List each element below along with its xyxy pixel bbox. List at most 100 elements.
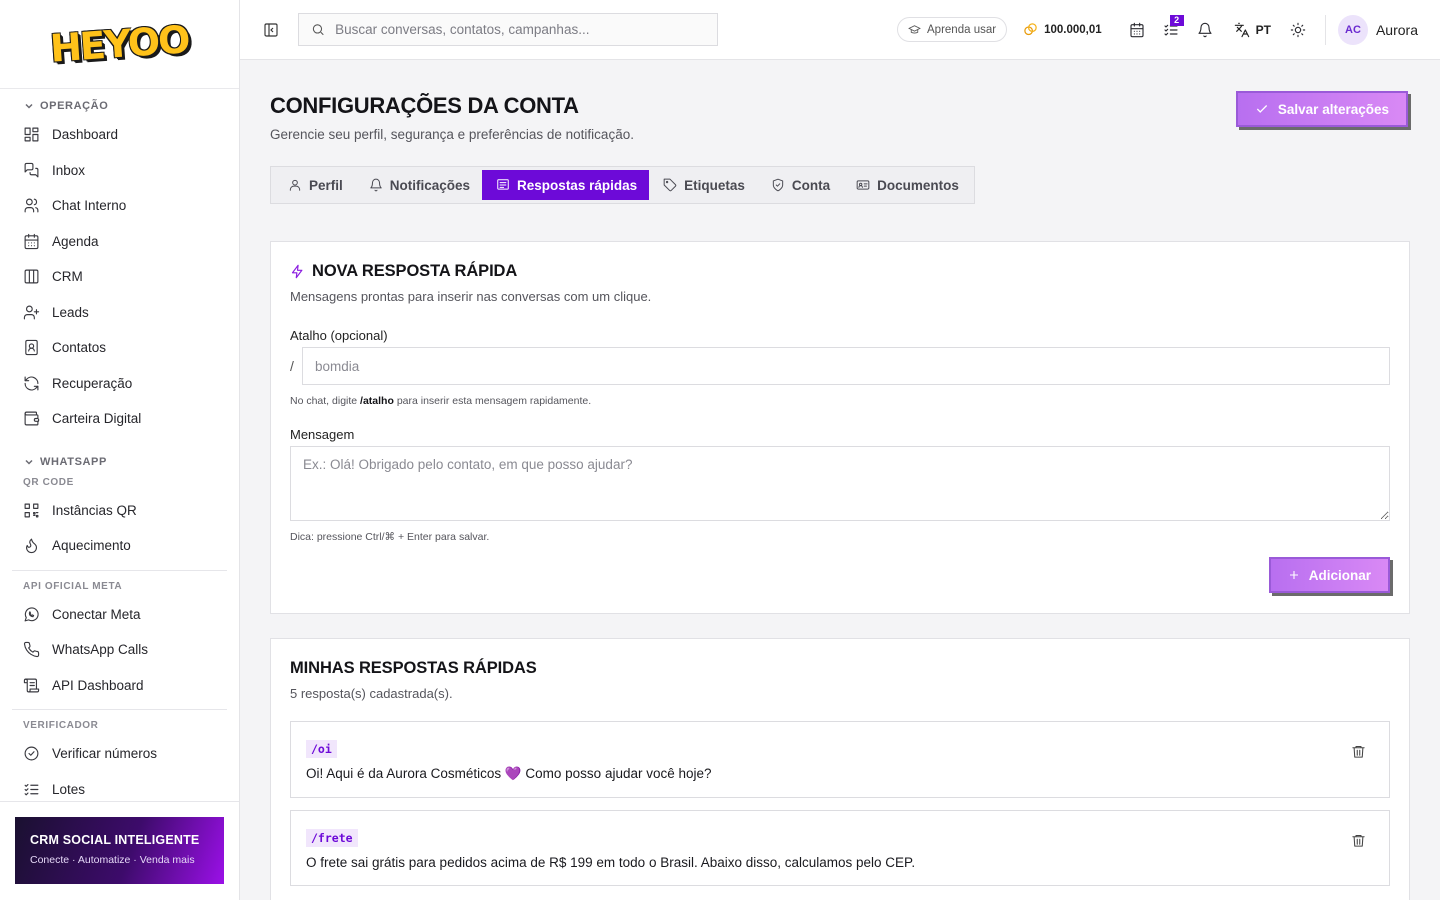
sidebar-item-label: Chat Interno xyxy=(52,198,127,214)
sidebar-item-label: Recuperação xyxy=(52,375,133,391)
new-quick-reply-card: NOVA RESPOSTA RÁPIDA Mensagens prontas p… xyxy=(270,241,1410,614)
tab-label: Respostas rápidas xyxy=(517,177,638,193)
sidebar-item-label: Conectar Meta xyxy=(52,606,141,622)
tasks-button[interactable]: 2 xyxy=(1154,13,1188,47)
shortcut-row: / xyxy=(290,347,1390,385)
sidebar-item-whatsapp-calls[interactable]: WhatsApp Calls xyxy=(0,632,239,668)
sidebar-item-label: Leads xyxy=(52,304,89,320)
add-button[interactable]: Adicionar xyxy=(1268,557,1390,593)
sidebar-item-chat-interno[interactable]: Chat Interno xyxy=(0,188,239,224)
sidebar-item-contatos[interactable]: Contatos xyxy=(0,330,239,366)
sidebar-divider xyxy=(12,709,227,710)
tab-notificacoes[interactable]: Notificações xyxy=(355,170,482,200)
sidebar-item-carteira-digital[interactable]: Carteira Digital xyxy=(0,401,239,437)
sidebar-item-conectar-meta[interactable]: Conectar Meta xyxy=(0,597,239,633)
shortcut-hint: No chat, digite /atalho para inserir est… xyxy=(290,395,1390,407)
language-selector[interactable]: PT xyxy=(1234,22,1271,38)
tab-label: Conta xyxy=(791,177,831,193)
calendar-button[interactable] xyxy=(1120,13,1154,47)
check-icon xyxy=(1256,105,1268,113)
sidebar-item-label: Lotes xyxy=(52,781,86,797)
notifications-button[interactable] xyxy=(1188,13,1222,47)
plus-icon xyxy=(1289,571,1298,579)
card-title-text: NOVA RESPOSTA RÁPIDA xyxy=(312,262,518,280)
contact-book-icon xyxy=(25,340,38,356)
graduation-cap-icon xyxy=(908,25,921,34)
coins-icon xyxy=(1024,23,1037,36)
reply-text: Oi! Aqui é da Aurora Cosméticos 💜 Como p… xyxy=(306,766,712,781)
sidebar-item-label: WhatsApp Calls xyxy=(52,642,149,658)
brand-logo: HEYOO xyxy=(48,17,191,71)
sidebar-item-instancias-qr[interactable]: Instâncias QR xyxy=(0,493,239,529)
replies-count: 5 resposta(s) cadastrada(s). xyxy=(290,686,453,701)
sidebar-item-inbox[interactable]: Inbox xyxy=(0,153,239,189)
sidebar-item-label: Aquecimento xyxy=(52,538,131,554)
search-box[interactable] xyxy=(298,13,718,46)
learn-button[interactable]: Aprenda usar xyxy=(897,17,1008,42)
main-area: Aprenda usar 100.000,01 2 xyxy=(240,0,1440,900)
sidebar-item-label: Contatos xyxy=(52,340,107,356)
shield-check-icon xyxy=(772,178,784,192)
settings-tabs: Perfil Notificações Respostas rápidas Et… xyxy=(270,166,975,204)
credits-value: 100.000,01 xyxy=(1044,23,1102,36)
save-button[interactable]: Salvar alterações xyxy=(1235,91,1408,127)
app-root: HEYOO OPERAÇÃO Dashboard Inbox Chat Inte… xyxy=(0,0,1440,900)
card-subtitle: Mensagens prontas para inserir nas conve… xyxy=(290,289,652,304)
hint-text: para inserir esta mensagem rapidamente. xyxy=(396,395,592,407)
credits-balance[interactable]: 100.000,01 xyxy=(1023,22,1102,37)
sidebar-item-recuperacao[interactable]: Recuperação xyxy=(0,366,239,402)
user-name: Aurora xyxy=(1375,21,1418,38)
whatsapp-icon xyxy=(24,607,39,622)
zap-icon xyxy=(291,264,303,279)
section-operacao[interactable]: OPERAÇÃO xyxy=(0,95,239,117)
save-tip: Dica: pressione Ctrl/⌘ + Enter para salv… xyxy=(290,531,490,543)
sidebar-item-dashboard[interactable]: Dashboard xyxy=(0,117,239,153)
page-title: CONFIGURAÇÕES DA CONTA xyxy=(270,93,579,118)
list-item: /oi Oi! Aqui é da Aurora Cosméticos 💜 Co… xyxy=(290,721,1390,798)
chat-bubbles-icon xyxy=(24,162,39,178)
theme-toggle-button[interactable] xyxy=(1281,13,1315,47)
list-item: /frete O frete sai grátis para pedidos a… xyxy=(290,810,1390,886)
bell-icon xyxy=(1198,22,1212,37)
sidebar-item-label: Verificar números xyxy=(52,746,158,762)
page-content: CONFIGURAÇÕES DA CONTA Gerencie seu perf… xyxy=(240,60,1440,900)
logo-area[interactable]: HEYOO xyxy=(0,0,239,89)
search-icon xyxy=(312,24,324,36)
check-circle-icon xyxy=(24,746,39,761)
tab-respostas-rapidas[interactable]: Respostas rápidas xyxy=(482,170,650,200)
reply-shortcut: /oi xyxy=(306,740,337,758)
sidebar-item-agenda[interactable]: Agenda xyxy=(0,224,239,260)
tab-conta[interactable]: Conta xyxy=(757,170,842,200)
promo-banner[interactable]: CRM SOCIAL INTELIGENTE Conecte · Automat… xyxy=(15,817,224,884)
grid-icon xyxy=(24,127,39,142)
reply-shortcut: /frete xyxy=(306,829,358,847)
sidebar-item-leads[interactable]: Leads xyxy=(0,295,239,331)
tab-etiquetas[interactable]: Etiquetas xyxy=(649,170,757,200)
delete-button[interactable] xyxy=(1351,744,1367,760)
message-textarea[interactable] xyxy=(290,446,1390,521)
sidebar-item-api-dashboard[interactable]: API Dashboard xyxy=(0,668,239,704)
delete-button[interactable] xyxy=(1351,833,1367,849)
learn-label: Aprenda usar xyxy=(927,23,997,36)
tab-perfil[interactable]: Perfil xyxy=(274,170,355,200)
tab-label: Documentos xyxy=(877,177,959,193)
shortcut-input[interactable] xyxy=(302,347,1390,385)
sidebar-item-aquecimento[interactable]: Aquecimento xyxy=(0,528,239,564)
sidebar-toggle-button[interactable] xyxy=(262,21,280,39)
promo-title: CRM SOCIAL INTELIGENTE xyxy=(30,833,200,847)
subsection-qr-code: QR CODE xyxy=(23,476,74,488)
tab-label: Notificações xyxy=(389,177,471,193)
section-whatsapp[interactable]: WHATSAPP xyxy=(0,451,239,473)
message-label: Mensagem xyxy=(290,427,355,442)
translate-icon xyxy=(1234,22,1249,37)
user-menu[interactable]: AC Aurora xyxy=(1337,14,1418,45)
search-input[interactable] xyxy=(335,22,705,37)
sidebar-item-verificar-numeros[interactable]: Verificar números xyxy=(0,736,239,772)
sidebar-item-crm[interactable]: CRM xyxy=(0,259,239,295)
tab-label: Perfil xyxy=(309,177,343,193)
tab-documentos[interactable]: Documentos xyxy=(842,170,971,200)
sidebar-divider xyxy=(12,569,227,571)
calendar-icon xyxy=(1130,22,1144,37)
sun-icon xyxy=(1290,22,1306,37)
